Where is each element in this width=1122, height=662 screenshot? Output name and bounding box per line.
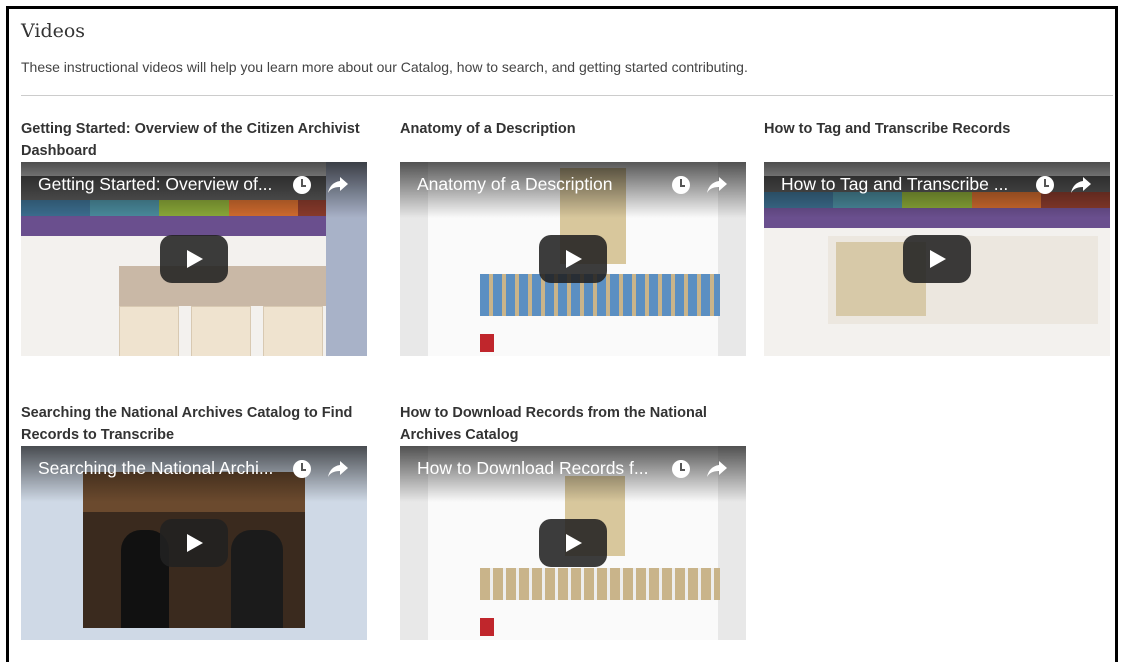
play-icon[interactable] [903,235,971,283]
player-title[interactable]: Anatomy of a Description [417,174,669,195]
intro-text: These instructional videos will help you… [21,59,748,75]
player-title[interactable]: How to Download Records f... [417,458,669,479]
video-player[interactable]: Searching the National Archi... [21,446,367,640]
share-arrow-icon[interactable] [327,176,349,194]
play-icon[interactable] [539,235,607,283]
share-arrow-icon[interactable] [706,176,728,194]
video-card-searching: Searching the National Archives Catalog … [21,402,367,640]
play-icon[interactable] [160,519,228,567]
clock-icon[interactable] [1036,176,1054,194]
video-heading: Getting Started: Overview of the Citizen… [21,121,360,159]
page-title: Videos [21,20,86,42]
video-card-getting-started: Getting Started: Overview of the Citizen… [21,118,367,356]
player-title[interactable]: Searching the National Archi... [38,458,290,479]
video-card-download: How to Download Records from the Nationa… [400,402,746,640]
clock-icon[interactable] [672,460,690,478]
divider [21,95,1113,96]
share-arrow-icon[interactable] [327,460,349,478]
player-title[interactable]: How to Tag and Transcribe ... [781,174,1033,195]
play-icon[interactable] [160,235,228,283]
video-player[interactable]: Getting Started: Overview of... [21,162,367,356]
video-card-tag-transcribe: How to Tag and Transcribe Records How to… [764,118,1110,356]
video-player[interactable]: Anatomy of a Description [400,162,746,356]
clock-icon[interactable] [293,176,311,194]
video-player[interactable]: How to Download Records f... [400,446,746,640]
video-heading: Anatomy of a Description [400,121,576,137]
player-title[interactable]: Getting Started: Overview of... [38,174,290,195]
share-arrow-icon[interactable] [1070,176,1092,194]
page-frame: Videos These instructional videos will h… [6,6,1118,662]
video-player[interactable]: How to Tag and Transcribe ... [764,162,1110,356]
video-card-anatomy: Anatomy of a Description Anatomy of a De… [400,118,746,356]
video-heading: How to Tag and Transcribe Records [764,121,1011,137]
clock-icon[interactable] [672,176,690,194]
share-arrow-icon[interactable] [706,460,728,478]
video-heading: How to Download Records from the Nationa… [400,405,707,443]
clock-icon[interactable] [293,460,311,478]
video-heading: Searching the National Archives Catalog … [21,405,353,443]
play-icon[interactable] [539,519,607,567]
